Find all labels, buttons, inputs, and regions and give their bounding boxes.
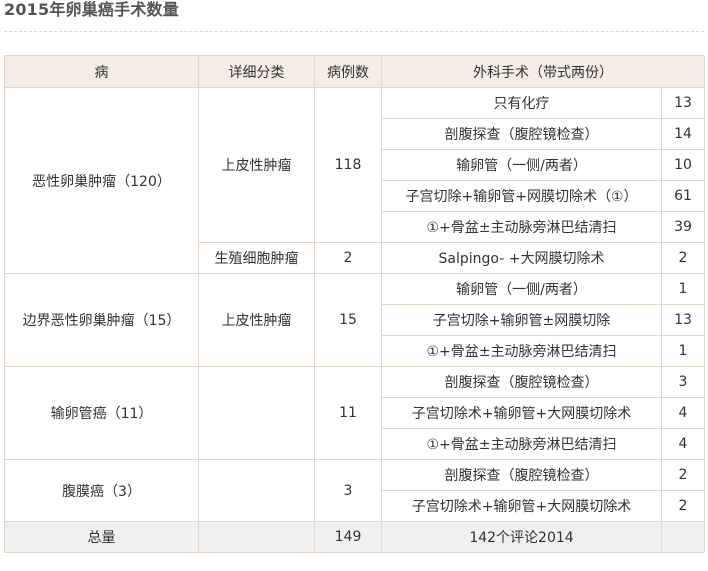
header-surgery: 外科手术（带式两份）: [381, 55, 705, 88]
total-label: 总量: [4, 521, 199, 553]
page-title: 2015年卵巢癌手术数量: [4, 0, 179, 19]
count-cell: 1: [661, 335, 705, 367]
count-cell: 39: [661, 211, 705, 243]
table-row: 边界恶性卵巢肿瘤（15） 上皮性肿瘤 15 输卵管（一侧/两者） 1: [4, 273, 705, 367]
procedure-cell: 剖腹探查（腹腔镜检查）: [381, 118, 662, 150]
count-cell: 3: [661, 366, 705, 398]
count-cell: 4: [661, 397, 705, 429]
count-cell: 13: [661, 304, 705, 336]
cases-cell: 11: [314, 366, 382, 460]
procedure-cell: 输卵管（一侧/两者）: [381, 149, 662, 181]
count-cell: 13: [661, 87, 705, 119]
procedure-cell: ①+骨盆±主动脉旁淋巴结清扫: [381, 428, 662, 460]
subtype-cell: [198, 459, 315, 522]
procedure-cell: 子宫切除术+输卵管+大网膜切除术: [381, 490, 662, 522]
total-surgery: 142个评论2014: [381, 521, 662, 553]
disease-cell: 输卵管癌（11）: [4, 366, 199, 460]
procedure-cell: 子宫切除术+输卵管+大网膜切除术: [381, 397, 662, 429]
table-header-row: 病 详细分类 病例数 外科手术（带式两份）: [4, 55, 705, 88]
procedure-cell: ①+骨盆±主动脉旁淋巴结清扫: [381, 335, 662, 367]
procedure-cell: 剖腹探查（腹腔镜检查）: [381, 459, 662, 491]
count-cell: 1: [661, 273, 705, 305]
cases-cell: 118: [314, 87, 382, 243]
disease-cell: 腹膜癌（3）: [4, 459, 199, 522]
subtype-cell: 生殖细胞肿瘤: [198, 242, 315, 274]
subtype-cell: 上皮性肿瘤: [198, 87, 315, 243]
procedure-cell: 子宫切除+输卵管+网膜切除术（①）: [381, 180, 662, 212]
procedure-cell: 只有化疗: [381, 87, 662, 119]
count-cell: 4: [661, 428, 705, 460]
subtype-cell: 上皮性肿瘤: [198, 273, 315, 367]
cases-cell: 15: [314, 273, 382, 367]
count-cell: 14: [661, 118, 705, 150]
header-cases: 病例数: [314, 55, 382, 88]
header-disease: 病: [4, 55, 199, 88]
procedure-cell: ①+骨盆±主动脉旁淋巴结清扫: [381, 211, 662, 243]
procedure-cell: 剖腹探查（腹腔镜检查）: [381, 366, 662, 398]
count-cell: 2: [661, 242, 705, 274]
total-count: [661, 521, 705, 553]
table-row: 恶性卵巢肿瘤（120） 上皮性肿瘤 118 只有化疗 13: [4, 87, 705, 274]
count-cell: 2: [661, 459, 705, 491]
subtype-cell: [198, 366, 315, 460]
disease-cell: 边界恶性卵巢肿瘤（15）: [4, 273, 199, 367]
total-subtype: [198, 521, 315, 553]
header-subtype: 详细分类: [198, 55, 315, 88]
table-row: 腹膜癌（3） 3 剖腹探查（腹腔镜检查） 2: [4, 459, 705, 522]
cases-cell: 3: [314, 459, 382, 522]
count-cell: 10: [661, 149, 705, 181]
cases-cell: 2: [314, 242, 382, 274]
count-cell: 2: [661, 490, 705, 522]
procedure-cell: Salpingo- +大网膜切除术: [381, 242, 662, 274]
title-divider: [4, 31, 704, 32]
total-cases: 149: [314, 521, 382, 553]
disease-cell: 恶性卵巢肿瘤（120）: [4, 87, 199, 274]
procedure-cell: 子宫切除+输卵管±网膜切除: [381, 304, 662, 336]
count-cell: 61: [661, 180, 705, 212]
total-row: 总量 149 142个评论2014: [4, 521, 705, 553]
surgery-table: 病 详细分类 病例数 外科手术（带式两份） 恶性卵巢肿瘤（120） 上皮性肿瘤 …: [4, 55, 705, 553]
table-row: 输卵管癌（11） 11 剖腹探查（腹腔镜检查） 3: [4, 366, 705, 460]
procedure-cell: 输卵管（一侧/两者）: [381, 273, 662, 305]
